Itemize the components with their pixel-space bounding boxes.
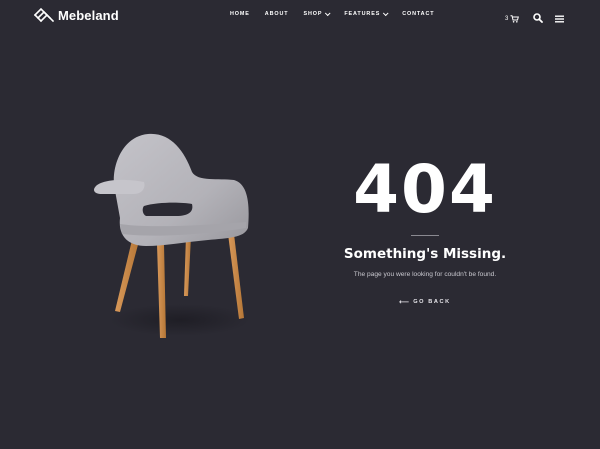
nav-item-label: ABOUT xyxy=(264,11,289,17)
nav-item-label: CONTACT xyxy=(402,11,435,17)
go-back-link[interactable]: ⟵ GO BACK xyxy=(399,298,451,306)
site-header: Mebeland HOME ABOUT SHOP FEATURES CONTAC… xyxy=(0,0,600,32)
error-heading: Something's Missing. xyxy=(343,246,507,262)
chevron-down-icon xyxy=(383,10,389,17)
nav-item-label: FEATURES xyxy=(344,11,381,17)
nav-item-about[interactable]: ABOUT xyxy=(265,11,289,17)
cart-count: 3 xyxy=(505,16,509,22)
menu-button[interactable] xyxy=(555,10,565,28)
arrow-left-icon: ⟵ xyxy=(399,299,410,306)
error-content: 404 Something's Missing. The page you we… xyxy=(330,150,520,309)
search-icon xyxy=(533,13,544,23)
brand-logo[interactable]: Mebeland xyxy=(34,7,119,23)
menu-icon xyxy=(555,15,565,23)
error-message: The page you were looking for couldn't b… xyxy=(353,271,497,278)
main-nav: HOME ABOUT SHOP FEATURES CONTACT xyxy=(230,10,434,17)
nav-item-contact[interactable]: CONTACT xyxy=(402,11,434,17)
header-tools: 3 xyxy=(505,10,565,28)
go-back-label: GO BACK xyxy=(413,299,451,305)
error-code: 404 xyxy=(353,151,497,228)
page: Mebeland HOME ABOUT SHOP FEATURES CONTAC… xyxy=(0,0,600,449)
chevron-down-icon xyxy=(325,10,331,17)
cart-icon xyxy=(510,15,520,23)
search-button[interactable] xyxy=(533,10,544,28)
chair-image xyxy=(94,133,250,338)
nav-item-home[interactable]: HOME xyxy=(230,11,250,17)
nav-item-features[interactable]: FEATURES xyxy=(344,10,389,17)
nav-item-label: HOME xyxy=(230,11,250,17)
nav-item-label: SHOP xyxy=(303,11,323,17)
nav-item-shop[interactable]: SHOP xyxy=(303,10,331,17)
logo-mark-icon xyxy=(34,7,54,23)
cart-button[interactable]: 3 xyxy=(505,15,520,23)
divider xyxy=(411,235,439,236)
brand-name: Mebeland xyxy=(58,7,119,23)
